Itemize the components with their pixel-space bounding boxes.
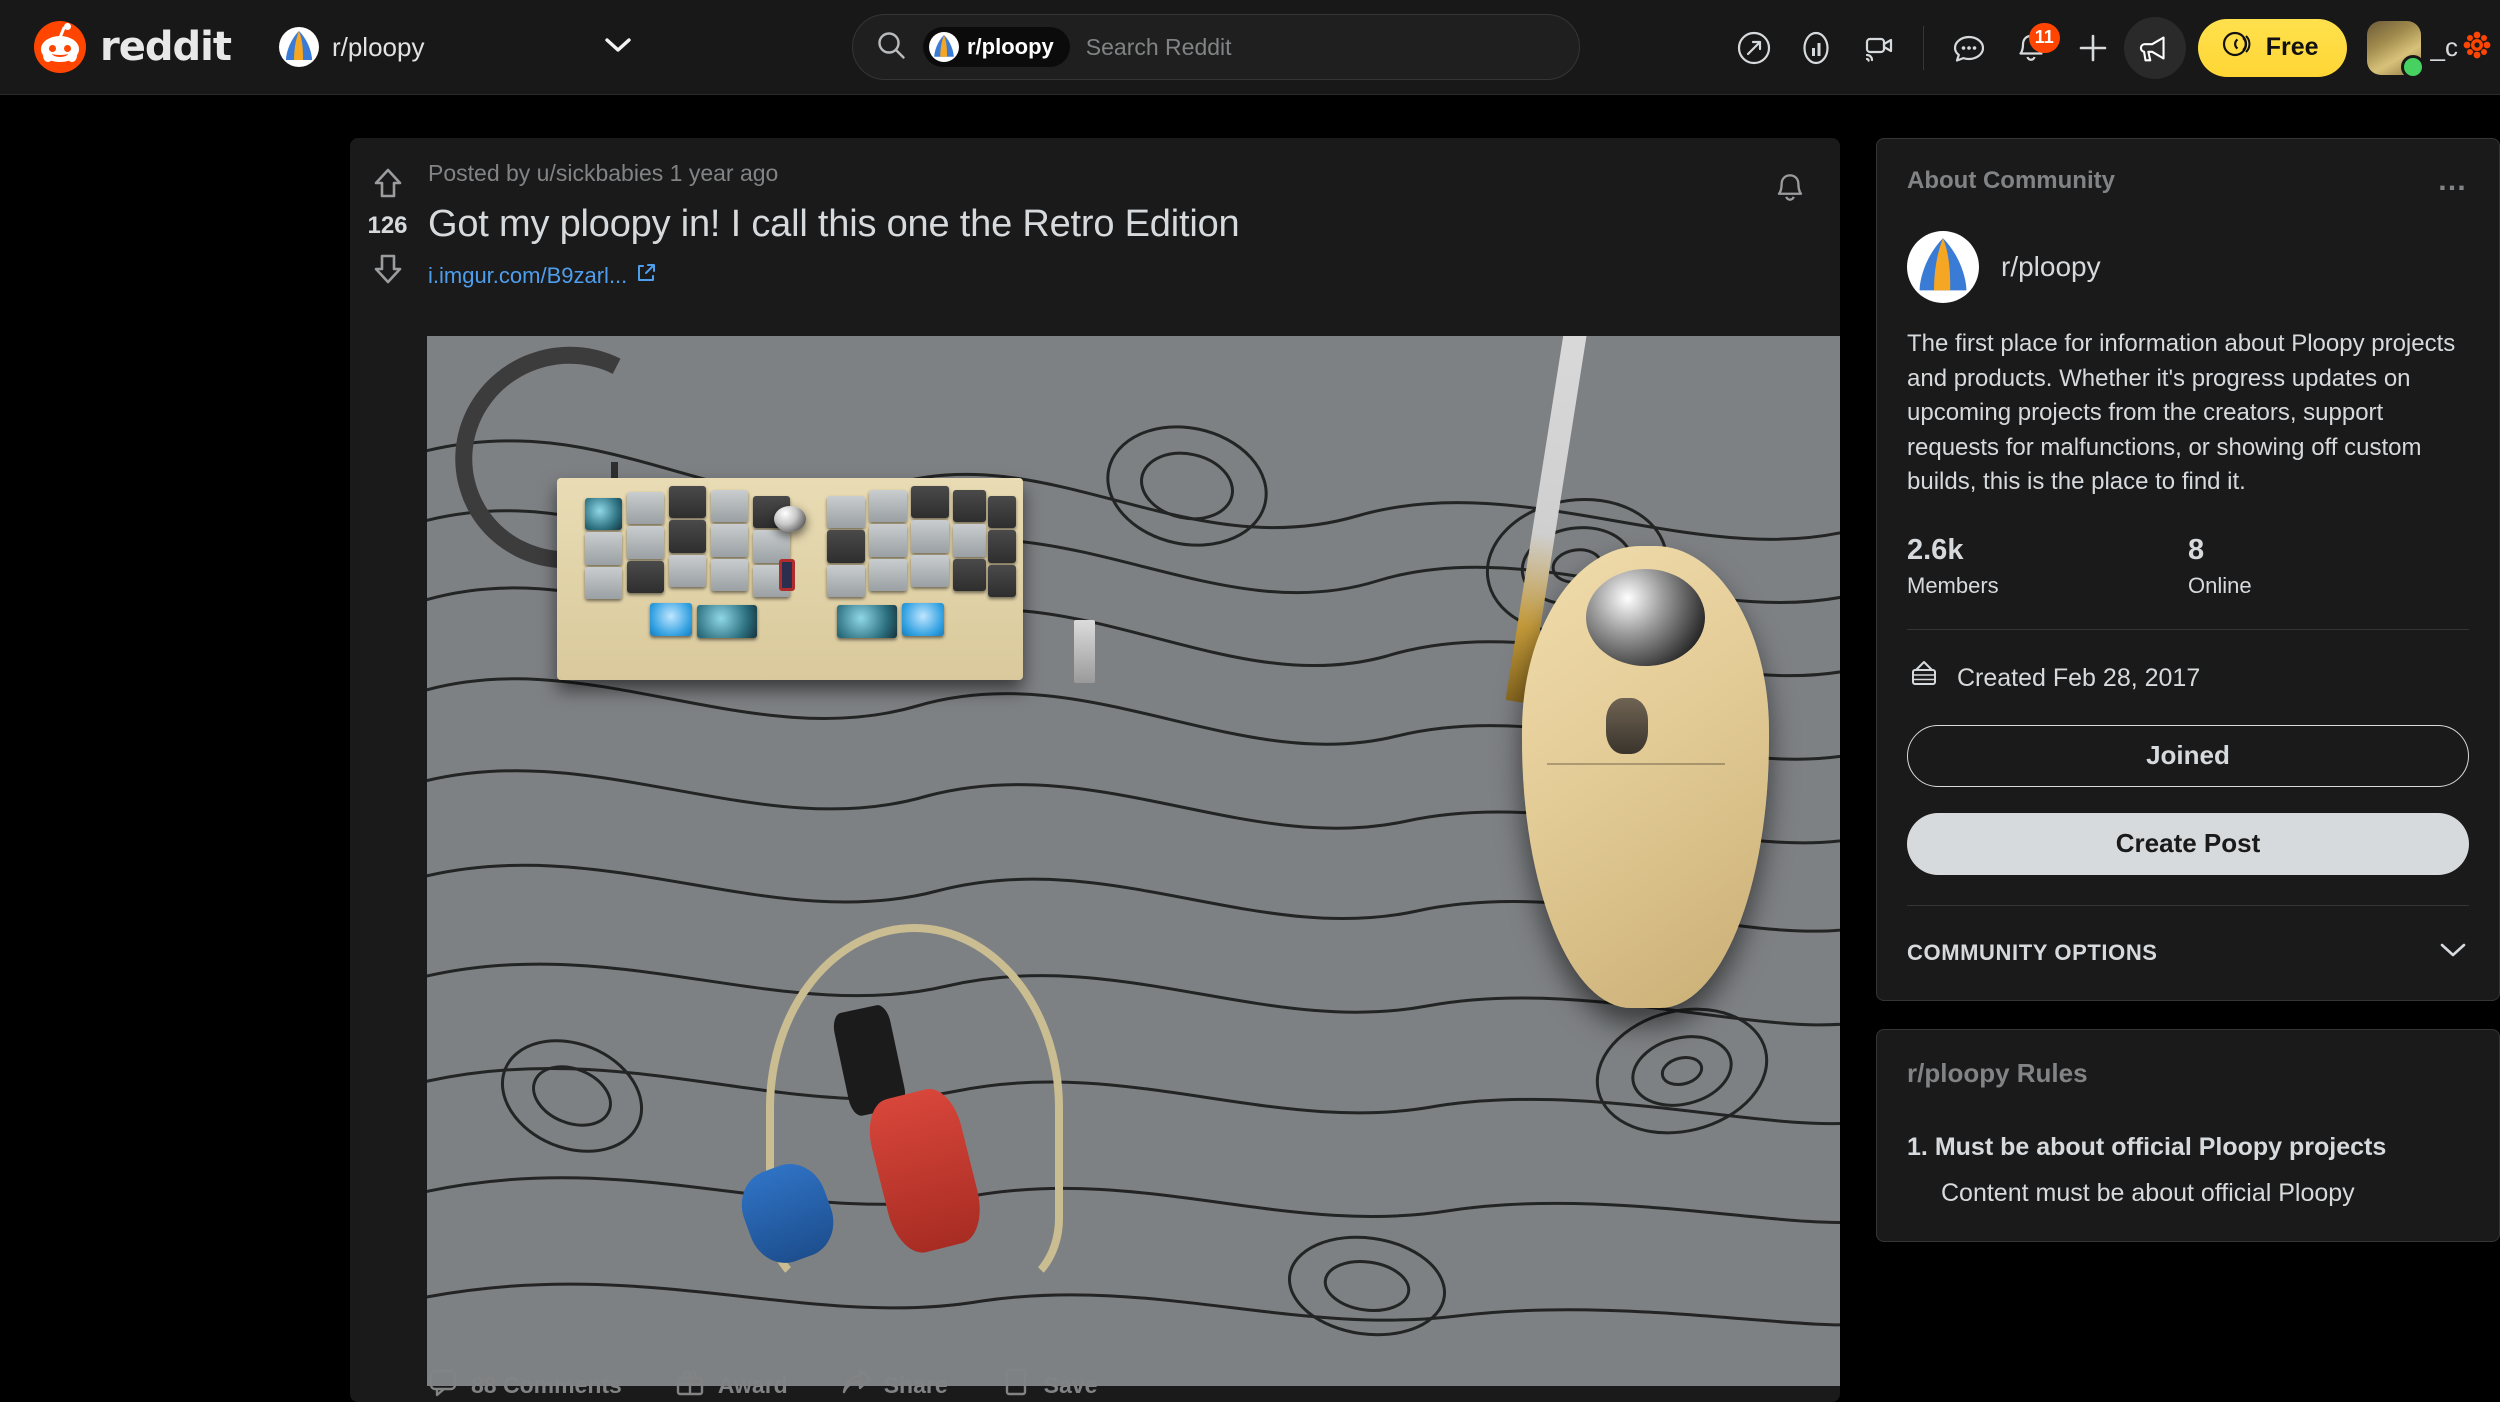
share-icon xyxy=(840,1366,872,1402)
ploopy-logo-icon xyxy=(278,27,319,67)
coin-icon xyxy=(2220,27,2254,68)
mouse-button-split xyxy=(1546,763,1725,766)
post-card: 126 Posted by u/sickbabies 1 year ago Go… xyxy=(350,138,1840,1402)
share-label: Share xyxy=(883,1371,948,1398)
vote-column: 126 xyxy=(350,138,425,292)
vote-score: 126 xyxy=(367,212,408,239)
award-gift-icon xyxy=(674,1366,706,1402)
rule-body: Content must be about official Ploopy xyxy=(1941,1178,2355,1207)
downvote-arrow-icon[interactable] xyxy=(365,246,411,292)
chart-icon[interactable] xyxy=(1785,17,1847,79)
header-right-group: 11 Free _c xyxy=(1723,0,2500,95)
post-link-label: i.imgur.com/B9zarl... xyxy=(428,263,628,288)
free-label: Free xyxy=(2265,33,2319,61)
video-cast-icon[interactable] xyxy=(1847,17,1909,79)
search-scope-label: r/ploopy xyxy=(967,34,1054,59)
header-left-group: reddit r/ploopy xyxy=(0,21,634,73)
community-stats: 2.6k Members 8 Online xyxy=(1907,534,2469,599)
chat-bubble-icon[interactable] xyxy=(1938,17,2000,79)
ploopy-logo-icon xyxy=(1907,231,1979,303)
rule-item[interactable]: 1. Must be about official Ploopy project… xyxy=(1907,1133,2469,1211)
award-label: Award xyxy=(717,1371,788,1398)
community-description: The first place for information about Pl… xyxy=(1907,330,2456,496)
username-label: _c xyxy=(2430,32,2458,62)
search-icon xyxy=(875,29,907,66)
chevron-down-icon xyxy=(2437,940,2469,966)
online-status-indicator xyxy=(2400,54,2425,79)
reddit-free-badge-button[interactable]: Free xyxy=(2197,18,2347,77)
chevron-down-icon[interactable] xyxy=(602,35,634,60)
reddit-snoo-icon xyxy=(34,21,86,73)
header-divider xyxy=(1922,25,1924,70)
split-keyboard xyxy=(556,477,1024,681)
post-metadata: Posted by u/sickbabies 1 year ago xyxy=(428,160,779,186)
cable-connector-lower xyxy=(1074,619,1096,683)
share-button[interactable]: Share xyxy=(840,1366,948,1402)
create-post-button[interactable]: Create Post xyxy=(1907,812,2469,875)
online-stat: 8 Online xyxy=(2188,534,2469,599)
upvote-arrow-icon[interactable] xyxy=(365,160,411,206)
subreddit-name-label: r/ploopy xyxy=(331,31,425,62)
ploopy-trackball-mouse xyxy=(1522,546,1770,1008)
plus-icon[interactable] xyxy=(2062,17,2124,79)
rule-heading: Must be about official Ploopy projects xyxy=(1934,1132,2387,1161)
comment-icon xyxy=(427,1366,459,1402)
rules-title: r/ploopy Rules xyxy=(1907,1057,2088,1088)
current-subreddit-link[interactable]: r/ploopy xyxy=(278,27,425,67)
comments-label: 88 Comments xyxy=(471,1371,622,1398)
oled-display xyxy=(778,558,795,592)
save-icon xyxy=(1000,1366,1032,1402)
community-options-label: COMMUNITY OPTIONS xyxy=(1907,939,2158,965)
about-community-card: About Community … r/ploopy The first pla… xyxy=(1876,138,2500,1001)
members-label: Members xyxy=(1907,572,1999,598)
external-link-icon xyxy=(635,262,657,290)
save-label: Save xyxy=(1043,1371,1098,1398)
award-icon[interactable] xyxy=(2462,30,2492,65)
search-scope-chip[interactable]: r/ploopy xyxy=(923,27,1070,67)
right-sidebar: About Community … r/ploopy The first pla… xyxy=(1876,138,2500,1270)
search-input[interactable]: Search Reddit xyxy=(1086,34,1232,61)
mouse-trackball xyxy=(1586,569,1706,667)
community-identity-row[interactable]: r/ploopy xyxy=(1907,231,2469,303)
award-button[interactable]: Award xyxy=(674,1366,788,1402)
members-count: 2.6k xyxy=(1907,533,1964,566)
post-notifications-bell-icon[interactable] xyxy=(1762,160,1818,216)
community-name-label: r/ploopy xyxy=(2001,251,2101,282)
rule-number: 1. xyxy=(1907,1132,1928,1161)
search-bar[interactable]: r/ploopy Search Reddit xyxy=(852,14,1580,80)
community-options-toggle[interactable]: COMMUNITY OPTIONS xyxy=(1877,906,2499,1000)
about-community-title: About Community xyxy=(1907,167,2115,194)
save-button[interactable]: Save xyxy=(1000,1366,1098,1402)
mouse-scroll-wheel xyxy=(1606,698,1649,754)
reddit-home-link[interactable]: reddit xyxy=(34,21,232,73)
trending-arrow-icon[interactable] xyxy=(1723,17,1785,79)
community-rules-card: r/ploopy Rules 1. Must be about official… xyxy=(1876,1028,2500,1242)
divider xyxy=(1907,628,2469,630)
created-date-label: Created Feb 28, 2017 xyxy=(1957,663,2201,692)
megaphone-icon[interactable] xyxy=(2123,16,2186,79)
notification-count-badge: 11 xyxy=(2028,22,2060,53)
members-stat: 2.6k Members xyxy=(1907,534,2188,599)
created-date-row: Created Feb 28, 2017 xyxy=(1907,658,2469,699)
bell-icon[interactable]: 11 xyxy=(2000,17,2062,79)
post-outbound-link[interactable]: i.imgur.com/B9zarl... xyxy=(428,262,657,290)
cake-icon xyxy=(1907,658,1941,699)
ploopy-logo-icon xyxy=(929,32,959,62)
post-image[interactable] xyxy=(427,336,1840,1386)
reddit-wordmark: reddit xyxy=(100,24,232,70)
post-content: Posted by u/sickbabies 1 year ago Got my… xyxy=(425,138,1840,290)
online-count: 8 xyxy=(2188,533,2205,566)
post-title[interactable]: Got my ploopy in! I call this one the Re… xyxy=(425,203,1840,246)
overflow-menu-icon[interactable]: … xyxy=(2437,166,2469,196)
post-action-bar: 88 Comments Award Share Save xyxy=(427,1366,1097,1402)
joined-button[interactable]: Joined xyxy=(1907,724,2469,787)
comments-button[interactable]: 88 Comments xyxy=(427,1366,622,1402)
top-navigation-bar: reddit r/ploopy r/ploopy Search Reddit 1… xyxy=(0,0,2500,95)
user-avatar-button[interactable] xyxy=(2366,20,2425,79)
online-label: Online xyxy=(2188,572,2252,598)
